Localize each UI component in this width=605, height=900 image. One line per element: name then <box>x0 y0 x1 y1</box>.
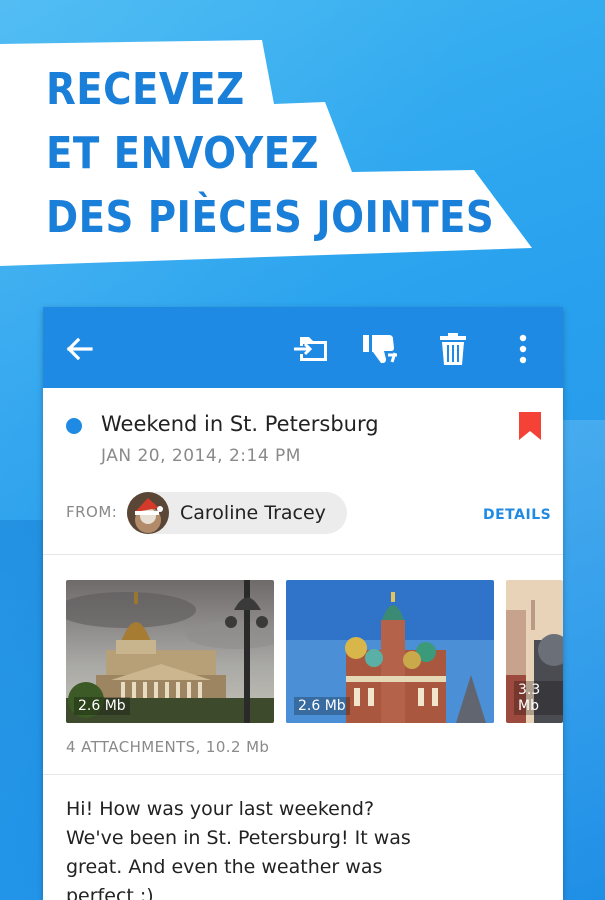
sender-name: Caroline Tracey <box>180 502 326 524</box>
attachment-size: 2.6 Mb <box>294 697 350 715</box>
arrow-left-icon <box>66 337 93 361</box>
promo-banner: RECEVEZ ET ENVOYEZ DES PIÈCES JOINTES <box>0 0 605 280</box>
app-toolbar <box>43 307 563 388</box>
unread-indicator <box>66 418 82 434</box>
attachment-thumbnail[interactable]: 2.6 Mb <box>66 580 274 723</box>
email-date: JAN 20, 2014, 2:14 PM <box>101 446 301 466</box>
email-card: Weekend in St. Petersburg JAN 20, 2014, … <box>43 307 563 900</box>
bookmark-flag-icon[interactable] <box>518 411 542 441</box>
avatar-image <box>127 492 169 534</box>
attachment-size: 3.3 Mb <box>514 681 563 715</box>
from-label: FROM: <box>66 503 118 521</box>
email-subject: Weekend in St. Petersburg <box>101 412 379 436</box>
attachment-thumbnail[interactable]: 2.6 Mb <box>286 580 494 723</box>
back-button[interactable] <box>59 329 99 369</box>
attachment-thumbnail[interactable]: 3.3 Mb <box>506 580 563 723</box>
headline-line: DES PIÈCES JOINTES <box>46 192 495 243</box>
trash-icon <box>440 333 466 365</box>
attachments-summary: 4 ATTACHMENTS, 10.2 Mb <box>66 738 270 756</box>
headline-line: RECEVEZ <box>46 64 245 115</box>
delete-button[interactable] <box>433 329 473 369</box>
attachments-section: 2.6 Mb 2.6 Mb 3.3 Mb 4 ATTACHMENTS, 10.2… <box>43 555 563 775</box>
promo-headline: RECEVEZ ET ENVOYEZ DES PIÈCES JOINTES <box>46 58 494 250</box>
more-options-button[interactable] <box>503 329 543 369</box>
headline-line: ET ENVOYEZ <box>46 128 319 179</box>
attachment-size: 2.6 Mb <box>74 697 130 715</box>
avatar <box>127 492 169 534</box>
move-button[interactable] <box>291 329 331 369</box>
email-body: Hi! How was your last weekend? We've bee… <box>66 798 411 900</box>
spam-button[interactable] <box>361 329 401 369</box>
more-vert-icon <box>519 334 527 364</box>
details-link[interactable]: DETAILS <box>483 507 551 523</box>
sender-chip[interactable]: Caroline Tracey <box>127 492 347 534</box>
thumbs-down-icon <box>363 335 397 363</box>
move-to-folder-icon <box>294 337 327 361</box>
